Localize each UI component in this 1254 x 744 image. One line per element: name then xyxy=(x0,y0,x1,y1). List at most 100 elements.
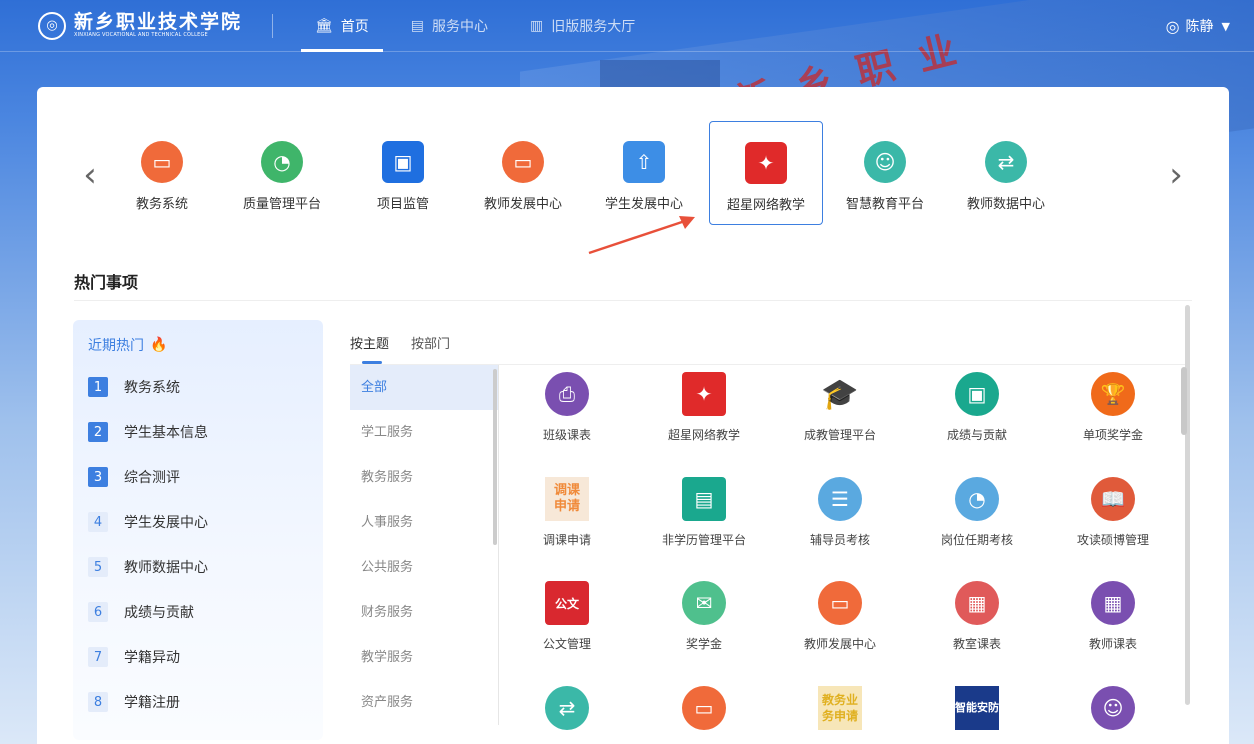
user-icon: ◎ xyxy=(1165,16,1180,36)
profile-card-icon: ⇄ xyxy=(985,141,1027,183)
category-item[interactable]: 公共服务 xyxy=(350,545,498,590)
service-adult-education[interactable]: 🎓 成教管理平台 xyxy=(780,372,900,443)
service-document-management[interactable]: 公文 公文管理 xyxy=(507,581,627,652)
tab-by-department[interactable]: 按部门 xyxy=(411,333,450,364)
service-graduate-study[interactable]: 📖 攻读硕博管理 xyxy=(1053,477,1173,548)
grid-scrollbar-track[interactable] xyxy=(1185,305,1190,705)
service-smart-security[interactable]: 智能安防 xyxy=(917,686,1037,730)
nav-home-label: 首页 xyxy=(340,18,369,35)
service-scholarship[interactable]: ✉ 奖学金 xyxy=(644,581,764,652)
service-single-scholarship[interactable]: 🏆 单项奖学金 xyxy=(1053,372,1173,443)
app-label: 超星网络教学 xyxy=(726,198,805,213)
app-student-development[interactable]: ⇧ 学生发展中心 xyxy=(587,121,701,225)
app-smart-education[interactable]: ☺ 智慧教育平台 xyxy=(828,121,942,225)
printer-icon: ⎙ xyxy=(545,372,589,416)
service-label: 超星网络教学 xyxy=(667,428,740,442)
rank-badge: 7 xyxy=(88,647,108,667)
service-item[interactable]: ▭ xyxy=(644,686,764,730)
app-teacher-data-center[interactable]: ⇄ 教师数据中心 xyxy=(949,121,1063,225)
service-label: 奖学金 xyxy=(685,637,722,651)
hot-item-label: 成绩与贡献 xyxy=(124,605,194,621)
nav-service-center[interactable]: ▤ 服务中心 xyxy=(397,0,502,52)
top-header: ◎ 新乡职业技术学院 XINXIANG VOCATIONAL AND TECHN… xyxy=(0,0,1254,52)
hot-item[interactable]: 3 综合测评 xyxy=(88,467,180,487)
nav-service-center-label: 服务中心 xyxy=(432,18,489,35)
service-classroom-schedule[interactable]: ▦ 教室课表 xyxy=(917,581,1037,652)
grid-scrollbar-thumb[interactable] xyxy=(1181,367,1187,435)
service-teacher-schedule[interactable]: ▦ 教师课表 xyxy=(1053,581,1173,652)
service-item[interactable]: ⇄ xyxy=(507,686,627,730)
category-item[interactable]: 学工服务 xyxy=(350,410,498,455)
app-label: 智慧教育平台 xyxy=(845,197,924,212)
category-item[interactable]: 教务服务 xyxy=(350,455,498,500)
main-nav: 🏛 首页 ▤ 服务中心 ▥ 旧版服务大厅 xyxy=(301,0,663,52)
app-label: 教师数据中心 xyxy=(966,197,1045,212)
hot-item[interactable]: 7 学籍异动 xyxy=(88,647,180,667)
hot-item[interactable]: 8 学籍注册 xyxy=(88,692,180,712)
logo-title: 新乡职业技术学院 xyxy=(74,11,243,33)
rank-badge: 3 xyxy=(88,467,108,487)
app-label: 质量管理平台 xyxy=(242,197,321,212)
app-chaoxing-network-teaching[interactable]: ✦ 超星网络教学 xyxy=(709,121,823,225)
rank-badge: 4 xyxy=(88,512,108,532)
category-item[interactable]: 教学服务 xyxy=(350,635,498,680)
service-label: 攻读硕博管理 xyxy=(1076,533,1149,547)
service-position-assessment[interactable]: ◔ 岗位任期考核 xyxy=(917,477,1037,548)
logo-subtitle: XINXIANG VOCATIONAL AND TECHNICAL COLLEG… xyxy=(74,32,208,38)
service-tabs: 按主题 按部门 xyxy=(350,333,472,364)
category-list: 全部 学工服务 教务服务 人事服务 公共服务 财务服务 教学服务 资产服务 xyxy=(350,365,498,725)
official-document-seal-icon: 公文 xyxy=(545,581,589,625)
nav-home[interactable]: 🏛 首页 xyxy=(301,0,383,52)
service-label: 岗位任期考核 xyxy=(940,533,1013,547)
app-academic-system[interactable]: ▭ 教务系统 xyxy=(105,121,219,225)
hot-item[interactable]: 6 成绩与贡献 xyxy=(88,602,194,622)
chevron-left-icon: ‹ xyxy=(83,155,97,195)
user-menu[interactable]: ◎ 陈静 ▼ xyxy=(1166,0,1230,52)
hot-item[interactable]: 4 学生发展中心 xyxy=(88,512,208,532)
trophy-icon: 🏆 xyxy=(1091,372,1135,416)
app-label: 教师发展中心 xyxy=(483,197,562,212)
hot-item-label: 学生基本信息 xyxy=(124,425,208,441)
app-quality-management[interactable]: ◔ 质量管理平台 xyxy=(225,121,339,225)
service-counselor-assessment[interactable]: ☰ 辅导员考核 xyxy=(780,477,900,548)
category-all[interactable]: 全部 xyxy=(350,365,498,410)
hot-item-label: 学籍异动 xyxy=(124,650,180,666)
category-item[interactable]: 财务服务 xyxy=(350,590,498,635)
category-item[interactable]: 人事服务 xyxy=(350,500,498,545)
chart-window-icon: ◔ xyxy=(261,141,303,183)
teaching-board-icon: ▤ xyxy=(682,477,726,521)
app-teacher-development[interactable]: ▭ 教师发展中心 xyxy=(466,121,580,225)
chevron-right-icon: › xyxy=(1169,155,1183,195)
carousel-next-button[interactable]: › xyxy=(1161,155,1191,195)
person-document-icon: ☰ xyxy=(818,477,862,521)
hot-item[interactable]: 5 教师数据中心 xyxy=(88,557,208,577)
service-academic-affairs-application[interactable]: 教务业 务申请 xyxy=(780,686,900,730)
chaoxing-logo-icon: ✦ xyxy=(745,142,787,184)
app-project-supervision[interactable]: ▣ 项目监管 xyxy=(346,121,460,225)
tab-by-theme[interactable]: 按主题 xyxy=(350,333,389,364)
person-avatar-icon: ☺ xyxy=(1091,686,1135,730)
college-logo[interactable]: ◎ 新乡职业技术学院 XINXIANG VOCATIONAL AND TECHN… xyxy=(38,11,272,40)
service-icon: ▤ xyxy=(410,17,425,34)
category-item[interactable]: 资产服务 xyxy=(350,680,498,725)
service-class-schedule[interactable]: ⎙ 班级课表 xyxy=(507,372,627,443)
service-item[interactable]: ☺ xyxy=(1053,686,1173,730)
category-divider xyxy=(498,365,499,725)
service-schedule-change[interactable]: 调课 申请 调课申请 xyxy=(507,477,627,548)
hot-item[interactable]: 2 学生基本信息 xyxy=(88,422,208,442)
chevron-down-icon: ▼ xyxy=(1221,19,1230,33)
service-grades-contribution[interactable]: ▣ 成绩与贡献 xyxy=(917,372,1037,443)
service-label: 班级课表 xyxy=(542,428,591,442)
carousel-prev-button[interactable]: ‹ xyxy=(75,155,105,195)
document-icon: ▥ xyxy=(530,17,544,34)
hot-item-label: 教务系统 xyxy=(124,380,180,396)
service-teacher-development[interactable]: ▭ 教师发展中心 xyxy=(780,581,900,652)
category-scrollbar[interactable] xyxy=(493,369,497,545)
nav-legacy-hall[interactable]: ▥ 旧版服务大厅 xyxy=(516,0,649,52)
service-non-degree[interactable]: ▤ 非学历管理平台 xyxy=(644,477,764,548)
rank-badge: 1 xyxy=(88,377,108,397)
section-divider xyxy=(74,300,1192,301)
hot-item[interactable]: 1 教务系统 xyxy=(88,377,180,397)
service-label: 公文管理 xyxy=(542,637,591,651)
service-chaoxing[interactable]: ✦ 超星网络教学 xyxy=(644,372,764,443)
